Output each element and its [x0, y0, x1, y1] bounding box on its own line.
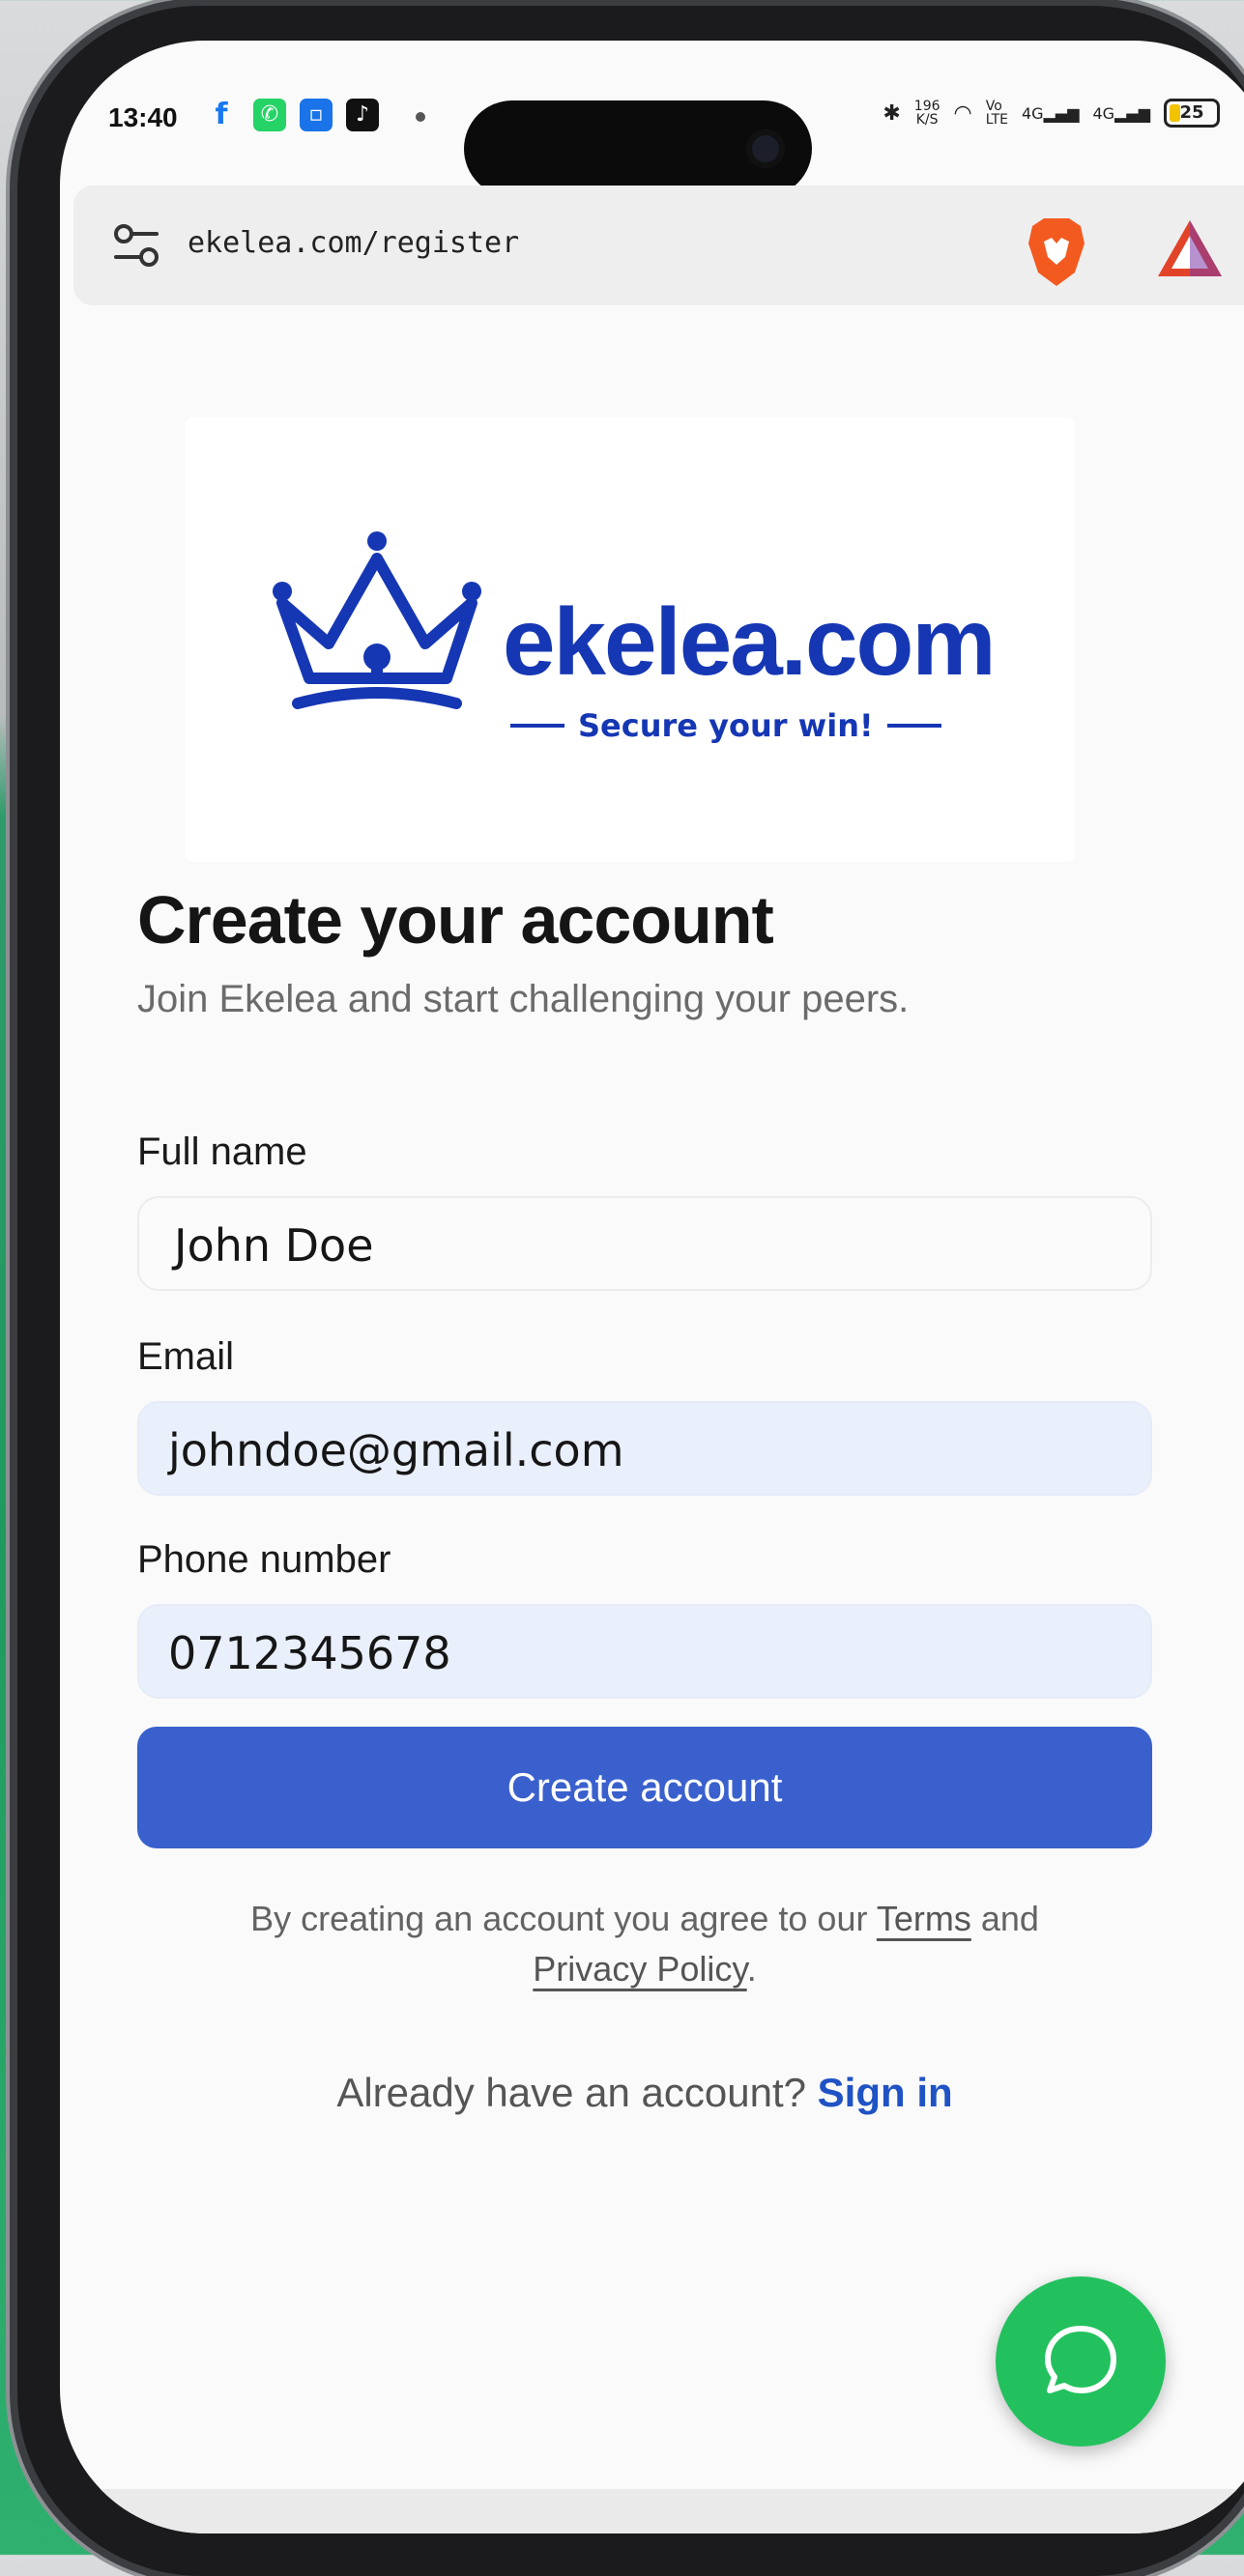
url-text[interactable]: ekelea.com/register: [188, 226, 519, 260]
email-input[interactable]: johndoe@gmail.com: [137, 1401, 1152, 1496]
screen: 13:40 f ✆ ▫ ♪ ✱ 196 K/S ◠ Vo LTE 4G▂▄▆ 4…: [60, 41, 1244, 2533]
signin-prompt: Already have an account? Sign in: [137, 2070, 1152, 2116]
logo-card: ekelea.com Secure your win!: [186, 417, 1075, 862]
bluetooth-icon: ✱: [882, 100, 901, 126]
notification-dot: [416, 112, 425, 122]
bottom-bar: [60, 2489, 1244, 2533]
battery-level: 25: [1179, 102, 1204, 123]
tagline: Secure your win!: [510, 707, 941, 744]
camera-icon: [746, 129, 785, 168]
phone-frame: 13:40 f ✆ ▫ ♪ ✱ 196 K/S ◠ Vo LTE 4G▂▄▆ 4…: [17, 6, 1244, 2576]
whatsapp-icon: ✆: [253, 99, 286, 131]
crown-logo-icon: [273, 531, 481, 709]
tagline-rule-right: [886, 724, 941, 728]
brave-rewards-icon[interactable]: [1154, 216, 1226, 280]
facebook-icon: f: [215, 98, 228, 131]
address-bar[interactable]: ekelea.com/register: [73, 186, 1244, 305]
tiktok-icon: ♪: [346, 99, 379, 131]
phone-input[interactable]: 0712345678: [137, 1604, 1152, 1699]
full-name-input[interactable]: John Doe: [137, 1196, 1152, 1291]
system-status: ✱ 196 K/S ◠ Vo LTE 4G▂▄▆ 4G▂▄▆ 25: [882, 99, 1220, 128]
signal-4g-1: 4G▂▄▆: [1022, 103, 1080, 123]
brave-shields-icon[interactable]: [1023, 215, 1090, 288]
terms-notice: By creating an account you agree to our …: [137, 1894, 1152, 1994]
page-title: Create your account: [137, 882, 774, 958]
status-bar: 13:40 f ✆ ▫ ♪ ✱ 196 K/S ◠ Vo LTE 4G▂▄▆ 4…: [60, 41, 1244, 197]
chat-button[interactable]: [996, 2276, 1166, 2447]
site-settings-icon[interactable]: [112, 222, 160, 269]
create-account-button[interactable]: Create account: [137, 1727, 1152, 1848]
dynamic-island: [464, 100, 812, 197]
email-label: Email: [137, 1335, 235, 1378]
signal-4g-2: 4G▂▄▆: [1092, 103, 1151, 123]
brand-name: ekelea.com: [503, 588, 996, 695]
page-subtitle: Join Ekelea and start challenging your p…: [137, 978, 910, 1020]
sign-in-link[interactable]: Sign in: [818, 2070, 953, 2115]
wifi-icon: ◠: [953, 100, 972, 126]
app-icon: ▫: [300, 99, 333, 131]
network-speed: 196 K/S: [913, 99, 940, 128]
battery-icon: 25: [1164, 99, 1220, 128]
signin-prompt-text: Already have an account?: [336, 2070, 806, 2115]
tagline-text: Secure your win!: [578, 707, 874, 744]
full-name-label: Full name: [137, 1131, 307, 1173]
tagline-rule-left: [510, 724, 564, 728]
privacy-policy-link[interactable]: Privacy Policy: [533, 1949, 746, 1989]
terms-and: and: [980, 1899, 1039, 1938]
terms-prefix: By creating an account you agree to our: [250, 1899, 868, 1938]
chat-bubble-icon: [1045, 2326, 1116, 2393]
terms-link[interactable]: Terms: [877, 1899, 971, 1938]
status-time: 13:40: [108, 102, 178, 132]
volte-label: Vo LTE: [985, 99, 1008, 128]
phone-label: Phone number: [137, 1538, 391, 1581]
terms-suffix: .: [746, 1949, 757, 1989]
